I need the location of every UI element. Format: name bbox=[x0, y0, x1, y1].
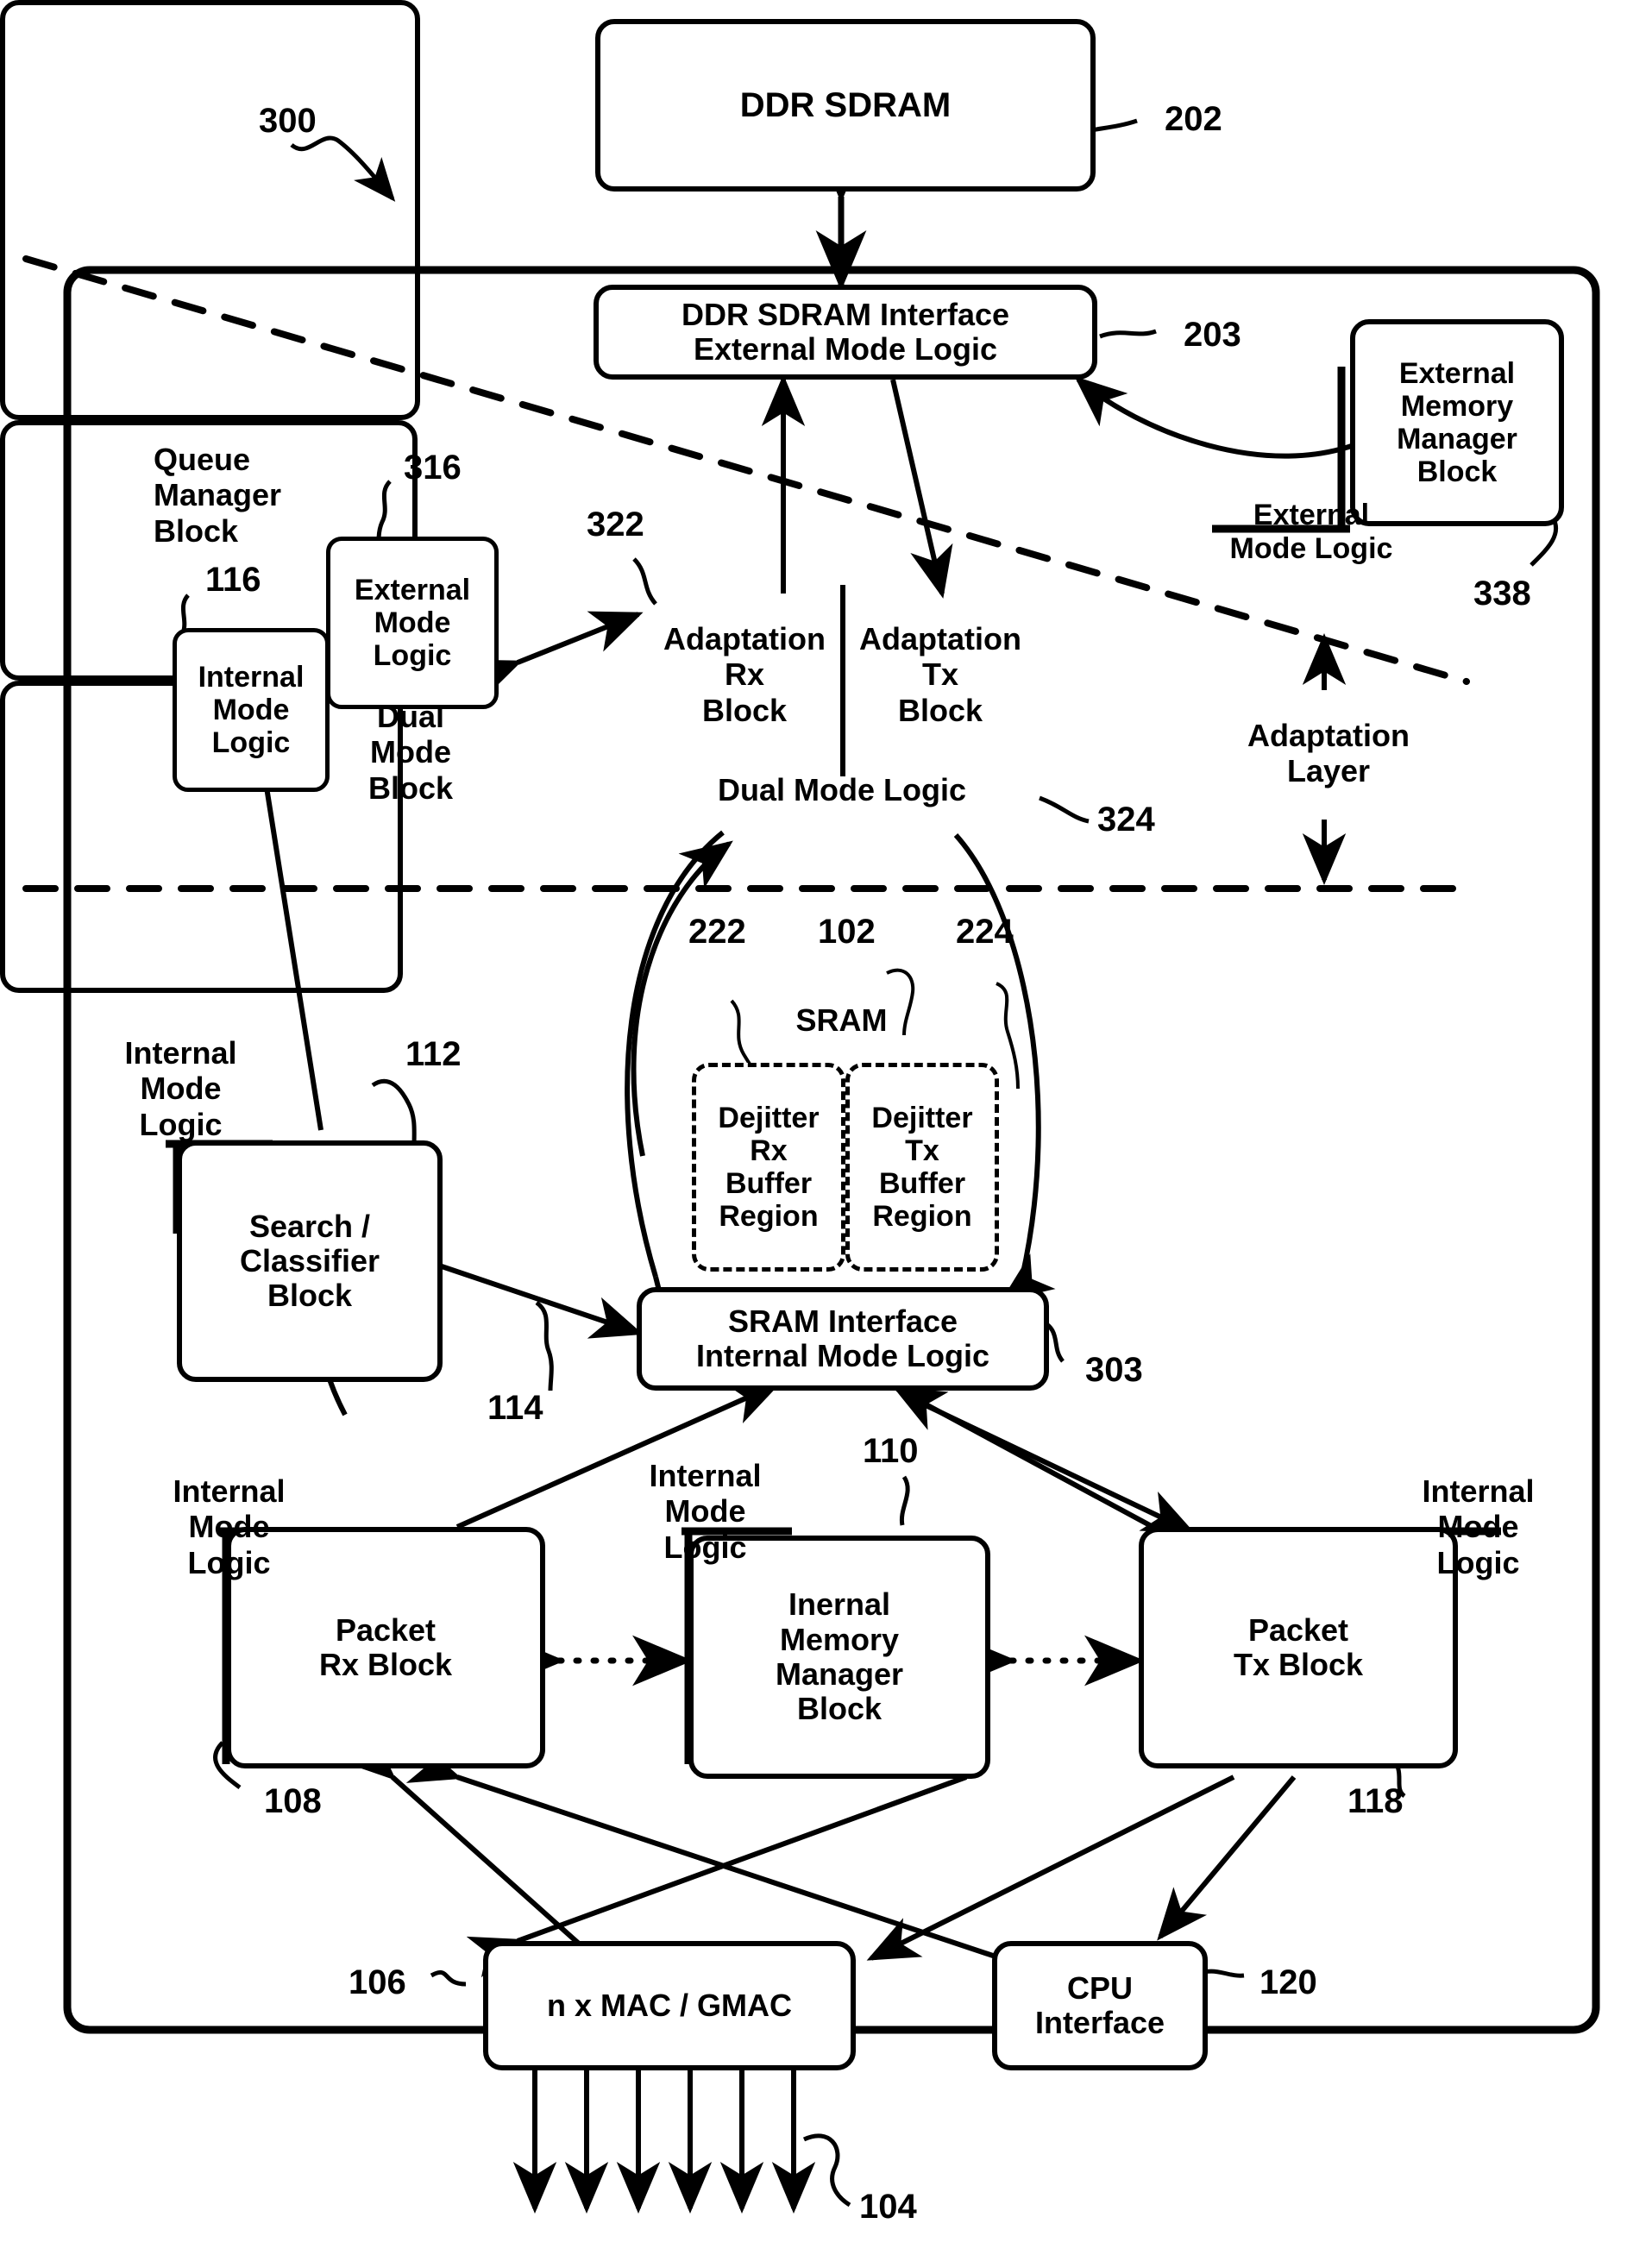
adaptation-rx-tx-divider bbox=[840, 585, 845, 776]
block-qm-external-mode-logic-label: External Mode Logic bbox=[354, 573, 471, 673]
block-mac-gmac: n x MAC / GMAC bbox=[483, 1941, 856, 2070]
caption-adaptation-layer: Adaptation Layer bbox=[1247, 718, 1410, 789]
block-dejitter-rx-buffer-region: Dejitter Rx Buffer Region bbox=[692, 1063, 845, 1272]
block-ddr-sdram-interface: DDR SDRAM Interface External Mode Logic bbox=[594, 285, 1097, 380]
block-sram-interface-line1: SRAM Interface bbox=[727, 1303, 958, 1339]
block-dejitter-tx-buffer-region: Dejitter Tx Buffer Region bbox=[845, 1063, 999, 1272]
ref-224: 224 bbox=[956, 913, 1014, 951]
block-ddr-sdram-interface-line1: DDR SDRAM Interface bbox=[681, 296, 1010, 332]
ref-110: 110 bbox=[863, 1432, 919, 1470]
ref-120: 120 bbox=[1259, 1963, 1317, 2001]
block-internal-memory-manager: Inernal Memory Manager Block bbox=[688, 1536, 990, 1779]
block-ddr-sdram: DDR SDRAM bbox=[595, 19, 1096, 192]
block-packet-rx-label: Packet Rx Block bbox=[318, 1611, 453, 1682]
block-external-memory-manager: External Memory Manager Block bbox=[1350, 319, 1564, 526]
caption-internal-mode-logic-imm: Internal Mode Logic bbox=[649, 1458, 762, 1565]
ref-108: 108 bbox=[264, 1782, 322, 1820]
ref-324: 324 bbox=[1097, 801, 1155, 839]
block-internal-memory-manager-label: Inernal Memory Manager Block bbox=[775, 1586, 904, 1727]
ref-118: 118 bbox=[1347, 1782, 1404, 1820]
block-adaptation-rx-label: Adaptation Rx Block bbox=[663, 621, 826, 728]
block-queue-manager-external-mode-logic: External Mode Logic bbox=[326, 537, 499, 709]
ref-104: 104 bbox=[859, 2188, 917, 2226]
block-dejitter-tx-label: Dejitter Tx Buffer Region bbox=[871, 1101, 973, 1234]
caption-internal-mode-logic-packet-rx: Internal Mode Logic bbox=[173, 1473, 286, 1580]
caption-external-mode-logic-emm: External Mode Logic bbox=[1229, 499, 1393, 566]
ref-316: 316 bbox=[404, 449, 462, 487]
block-queue-manager-internal-mode-logic: Internal Mode Logic bbox=[173, 628, 330, 792]
block-dejitter-rx-label: Dejitter Rx Buffer Region bbox=[718, 1101, 820, 1234]
ref-338: 338 bbox=[1473, 575, 1531, 612]
ref-102: 102 bbox=[818, 913, 876, 951]
block-ddr-sdram-label: DDR SDRAM bbox=[739, 85, 952, 124]
caption-internal-mode-logic-packet-tx: Internal Mode Logic bbox=[1422, 1473, 1535, 1580]
ref-322: 322 bbox=[587, 506, 644, 543]
ref-222: 222 bbox=[688, 913, 746, 951]
ref-112: 112 bbox=[405, 1035, 462, 1073]
block-search-classifier-label: Search / Classifier Block bbox=[239, 1208, 380, 1314]
block-adaptation-dual-mode-logic-label: Dual Mode Logic bbox=[718, 772, 966, 807]
block-search-classifier: Search / Classifier Block bbox=[177, 1140, 443, 1382]
block-queue-manager-sublabel: Dual Mode Block bbox=[367, 699, 454, 806]
block-queue-manager-label: Queue Manager Block bbox=[154, 442, 282, 549]
block-mac-gmac-label: n x MAC / GMAC bbox=[547, 1987, 792, 2023]
block-packet-tx-label: Packet Tx Block bbox=[1233, 1611, 1364, 1682]
figure-number: 300 bbox=[259, 102, 317, 140]
ref-203: 203 bbox=[1184, 316, 1241, 354]
ref-303: 303 bbox=[1085, 1351, 1143, 1389]
block-cpu-interface: CPU Interface bbox=[992, 1941, 1208, 2070]
block-sram-label: SRAM bbox=[795, 1002, 888, 1038]
block-queue-manager bbox=[0, 0, 420, 420]
block-sram-interface-line2: Internal Mode Logic bbox=[695, 1338, 989, 1373]
patent-figure-300: 300 DDR SDRAM 202 DDR SDRAM Interface Ex… bbox=[0, 0, 1652, 2255]
block-external-memory-manager-label: External Memory Manager Block bbox=[1397, 356, 1517, 489]
block-adaptation-tx-label: Adaptation Tx Block bbox=[859, 621, 1021, 728]
ref-202: 202 bbox=[1165, 100, 1222, 138]
ref-106: 106 bbox=[349, 1963, 406, 2001]
ref-114: 114 bbox=[487, 1389, 543, 1427]
block-ddr-sdram-interface-line2: External Mode Logic bbox=[693, 331, 998, 367]
caption-internal-mode-logic-search: Internal Mode Logic bbox=[124, 1035, 237, 1142]
block-sram-interface: SRAM Interface Internal Mode Logic bbox=[637, 1287, 1049, 1391]
block-qm-internal-mode-logic-label: Internal Mode Logic bbox=[198, 660, 305, 760]
block-cpu-interface-label: CPU Interface bbox=[1034, 1969, 1165, 2040]
ref-116: 116 bbox=[205, 561, 261, 599]
